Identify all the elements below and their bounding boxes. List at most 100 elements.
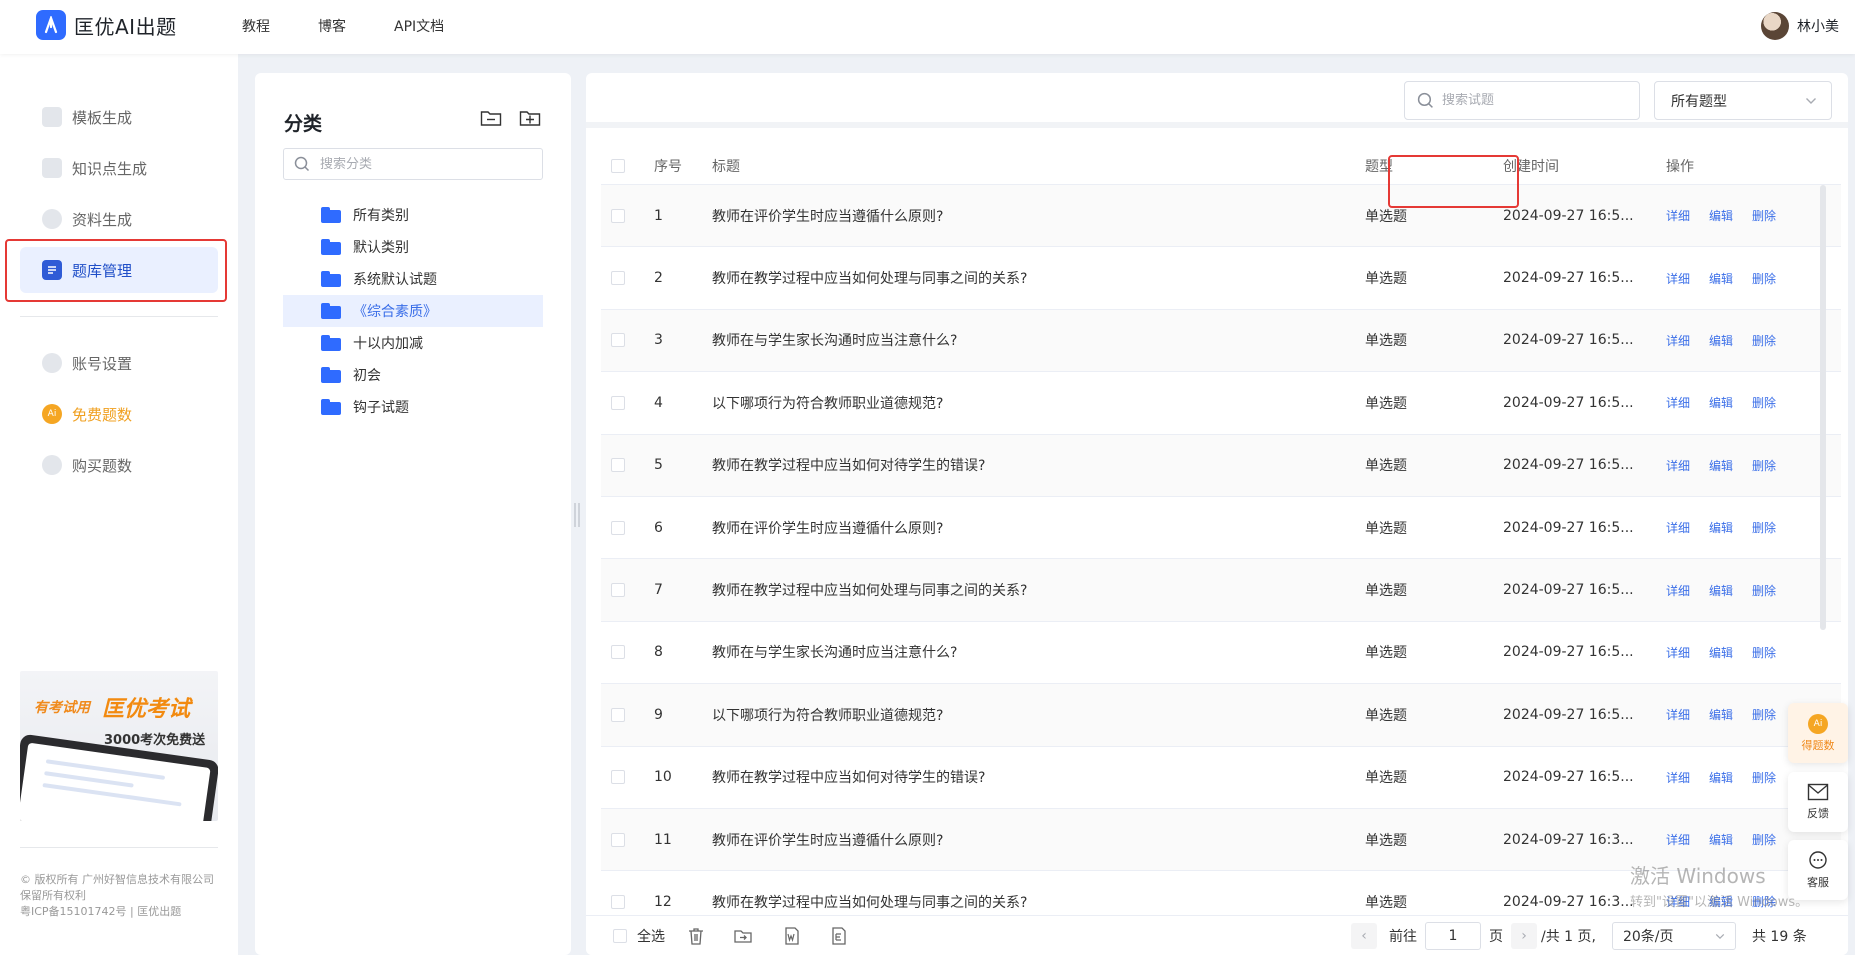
app-logo[interactable]: 匡优AI出题 <box>36 10 177 40</box>
edit-link[interactable]: 编辑 <box>1709 706 1733 723</box>
detail-link[interactable]: 详细 <box>1666 769 1690 786</box>
select-all-checkbox[interactable] <box>611 158 625 173</box>
promo-banner[interactable]: 有考试用 匡优考试 3000考次免费送 <box>20 671 218 821</box>
category-item[interactable]: 默认类别 <box>283 231 543 263</box>
export-word-icon[interactable] <box>782 926 802 946</box>
delete-link[interactable]: 删除 <box>1752 332 1776 349</box>
detail-link[interactable]: 详细 <box>1666 332 1690 349</box>
table-row[interactable]: 7 教师在教学过程中应当如何处理与同事之间的关系? 单选题 2024-09-27 16… <box>601 559 1841 622</box>
edit-link[interactable]: 编辑 <box>1709 893 1733 910</box>
detail-link[interactable]: 详细 <box>1666 519 1690 536</box>
edit-link[interactable]: 编辑 <box>1709 332 1733 349</box>
row-checkbox[interactable] <box>611 770 625 785</box>
add-folder-icon[interactable] <box>519 109 541 127</box>
row-checkbox[interactable] <box>611 832 625 847</box>
detail-link[interactable]: 详细 <box>1666 582 1690 599</box>
detail-link[interactable]: 详细 <box>1666 394 1690 411</box>
row-checkbox[interactable] <box>611 333 625 348</box>
category-item[interactable]: 所有类别 <box>283 199 543 231</box>
table-row[interactable]: 10 教师在教学过程中应当如何对待学生的错误? 单选题 2024-09-27 16:5… <box>601 747 1841 809</box>
detail-link[interactable]: 详细 <box>1666 831 1690 848</box>
service-float-button[interactable]: 客服 <box>1788 840 1848 900</box>
category-item[interactable]: 十以内加减 <box>283 327 543 359</box>
sidebar-item-question-bank[interactable]: 题库管理 <box>20 247 218 293</box>
detail-link[interactable]: 详细 <box>1666 706 1690 723</box>
table-row[interactable]: 11 教师在评价学生时应当遵循什么原则? 单选题 2024-09-27 16:3...… <box>601 808 1841 872</box>
feedback-float-button[interactable]: 反馈 <box>1788 772 1848 832</box>
sidebar-item-account-settings[interactable]: 账号设置 <box>20 340 218 386</box>
nav-link-tutorial[interactable]: 教程 <box>242 16 270 36</box>
row-checkbox[interactable] <box>611 520 625 535</box>
edit-link[interactable]: 编辑 <box>1709 394 1733 411</box>
delete-link[interactable]: 删除 <box>1752 769 1776 786</box>
category-item[interactable]: 系统默认试题 <box>283 263 543 295</box>
page-number-input[interactable] <box>1425 922 1481 950</box>
delete-link[interactable]: 删除 <box>1752 519 1776 536</box>
row-checkbox[interactable] <box>611 271 625 286</box>
edit-link[interactable]: 编辑 <box>1709 831 1733 848</box>
delete-link[interactable]: 删除 <box>1752 644 1776 661</box>
table-row[interactable]: 8 教师在与学生家长沟通时应当注意什么? 单选题 2024-09-27 16:5...… <box>601 622 1841 685</box>
sidebar-item-buy-questions[interactable]: 购买题数 <box>20 442 218 488</box>
detail-link[interactable]: 详细 <box>1666 457 1690 474</box>
row-checkbox[interactable] <box>611 707 625 722</box>
edit-link[interactable]: 编辑 <box>1709 769 1733 786</box>
nav-link-api-docs[interactable]: API文档 <box>394 16 444 36</box>
row-checkbox[interactable] <box>611 583 625 598</box>
sidebar-item-free-questions[interactable]: Ai 免费题数 <box>20 391 218 437</box>
table-row[interactable]: 5 教师在教学过程中应当如何对待学生的错误? 单选题 2024-09-27 16:5.… <box>601 434 1841 497</box>
user-menu[interactable]: 林小美 <box>1761 12 1839 40</box>
panel-resize-handle[interactable] <box>574 503 582 527</box>
edit-link[interactable]: 编辑 <box>1709 582 1733 599</box>
delete-link[interactable]: 删除 <box>1752 893 1776 910</box>
delete-link[interactable]: 删除 <box>1752 394 1776 411</box>
table-row[interactable]: 6 教师在评价学生时应当遵循什么原则? 单选题 2024-09-27 16:5... 详… <box>601 497 1841 560</box>
table-row[interactable]: 3 教师在与学生家长沟通时应当注意什么? 单选题 2024-09-27 16:5...… <box>601 309 1841 373</box>
table-row[interactable]: 4 以下哪项行为符合教师职业道德规范? 单选题 2024-09-27 16:5... 详… <box>601 372 1841 435</box>
row-checkbox[interactable] <box>611 458 625 473</box>
category-item[interactable]: 初会 <box>283 359 543 391</box>
collapse-folder-icon[interactable] <box>480 109 502 127</box>
next-page-button[interactable]: › <box>1511 923 1537 949</box>
sidebar-item-template-generate[interactable]: 模板生成 <box>20 94 218 140</box>
delete-link[interactable]: 删除 <box>1752 457 1776 474</box>
delete-link[interactable]: 删除 <box>1752 582 1776 599</box>
edit-link[interactable]: 编辑 <box>1709 519 1733 536</box>
detail-link[interactable]: 详细 <box>1666 270 1690 287</box>
sidebar-item-knowledge-generate[interactable]: 知识点生成 <box>20 145 218 191</box>
points-float-button[interactable]: Ai 得题数 <box>1788 703 1848 763</box>
category-search-input[interactable] <box>320 156 520 172</box>
folder-icon <box>321 303 341 319</box>
question-search-input[interactable] <box>1442 93 1622 108</box>
detail-link[interactable]: 详细 <box>1666 207 1690 224</box>
detail-link[interactable]: 详细 <box>1666 893 1690 910</box>
edit-link[interactable]: 编辑 <box>1709 644 1733 661</box>
delete-link[interactable]: 删除 <box>1752 270 1776 287</box>
table-row[interactable]: 2 教师在教学过程中应当如何处理与同事之间的关系? 单选题 2024-09-27 16… <box>601 247 1841 310</box>
delete-link[interactable]: 删除 <box>1752 706 1776 723</box>
nav-link-blog[interactable]: 博客 <box>318 16 346 36</box>
page-size-select[interactable]: 20条/页 <box>1611 922 1736 950</box>
table-scrollbar[interactable] <box>1820 185 1826 630</box>
edit-link[interactable]: 编辑 <box>1709 207 1733 224</box>
category-item[interactable]: 钩子试题 <box>283 391 543 423</box>
delete-link[interactable]: 删除 <box>1752 207 1776 224</box>
row-checkbox[interactable] <box>611 894 625 909</box>
footer-select-all-checkbox[interactable] <box>613 929 627 943</box>
edit-link[interactable]: 编辑 <box>1709 270 1733 287</box>
delete-link[interactable]: 删除 <box>1752 831 1776 848</box>
move-to-folder-icon[interactable] <box>733 926 753 946</box>
table-row[interactable]: 1 教师在评价学生时应当遵循什么原则? 单选题 2024-09-27 16:5... 详… <box>601 185 1841 248</box>
sidebar-item-material-generate[interactable]: 资料生成 <box>20 196 218 242</box>
prev-page-button[interactable]: ‹ <box>1351 923 1377 949</box>
edit-link[interactable]: 编辑 <box>1709 457 1733 474</box>
category-item-selected[interactable]: 《综合素质》 <box>283 295 543 327</box>
table-row[interactable]: 9 以下哪项行为符合教师职业道德规范? 单选题 2024-09-27 16:5... 详… <box>601 684 1841 747</box>
export-excel-icon[interactable] <box>829 926 849 946</box>
row-checkbox[interactable] <box>611 208 625 223</box>
trash-icon[interactable] <box>686 926 706 946</box>
row-checkbox[interactable] <box>611 645 625 660</box>
question-type-select[interactable]: 所有题型 <box>1654 81 1832 120</box>
row-checkbox[interactable] <box>611 395 625 410</box>
detail-link[interactable]: 详细 <box>1666 644 1690 661</box>
